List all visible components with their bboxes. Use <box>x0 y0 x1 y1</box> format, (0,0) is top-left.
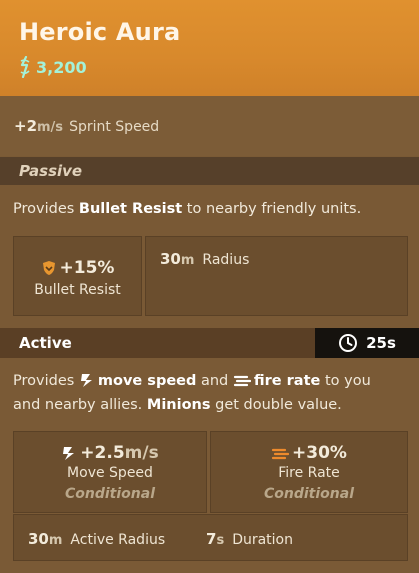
active-section-header: Active 25s <box>0 328 419 358</box>
active-radius-value: 30 <box>28 530 49 548</box>
move-speed-icon <box>63 447 75 460</box>
bullet-resist-label: Bullet Resist <box>34 282 121 298</box>
sprint-speed-stat: +2m/s Sprint Speed <box>14 117 159 135</box>
duration-label: Duration <box>232 532 293 548</box>
active-description: Provides move speed and fire rate to you… <box>13 369 409 417</box>
active-desc-move-speed: move speed <box>97 373 197 389</box>
cooldown-clock-icon <box>339 334 358 352</box>
fire-rate-label: Fire Rate <box>278 465 340 481</box>
radius-stat-box: 30m Radius <box>145 236 408 316</box>
item-price: 3,200 <box>36 57 87 77</box>
move-speed-label: Move Speed <box>67 465 153 481</box>
sprint-speed-unit: m/s <box>37 120 64 135</box>
bullet-resist-value: +15% <box>59 258 115 278</box>
active-desc-fire-rate: fire rate <box>253 373 321 389</box>
passive-desc-text: to nearby friendly units. <box>182 201 362 217</box>
active-desc-text: to you <box>320 373 371 389</box>
sprint-speed-value: +2 <box>14 117 38 135</box>
radius-label: Radius <box>202 252 250 268</box>
move-speed-icon <box>80 374 92 387</box>
fire-rate-stat-box: +30% Fire Rate Conditional <box>210 431 408 513</box>
passive-desc-highlight: Bullet Resist <box>78 201 183 217</box>
active-label: Active <box>19 334 72 352</box>
radius-unit: m <box>180 253 195 268</box>
souls-currency-icon <box>20 56 30 78</box>
duration-value: 7 <box>206 530 217 548</box>
item-title: Heroic Aura <box>19 18 181 46</box>
fire-rate-value: +30% <box>292 443 347 463</box>
duration-unit: s <box>216 533 225 548</box>
cooldown-badge: 25s <box>315 328 419 358</box>
fire-rate-icon <box>271 448 290 460</box>
active-desc-text: get double value. <box>210 397 342 413</box>
move-speed-conditional: Conditional <box>64 486 155 502</box>
card-header: Heroic Aura 3,200 <box>0 0 419 96</box>
bullet-resist-stat-box: +15% Bullet Resist <box>13 236 142 316</box>
active-radius-duration-box: 30m Active Radius 7s Duration <box>13 514 408 561</box>
move-speed-stat-box: +2.5m/s Move Speed Conditional <box>13 431 207 513</box>
move-speed-unit: m/s <box>124 443 159 463</box>
fire-rate-conditional: Conditional <box>263 486 354 502</box>
price-row: 3,200 <box>18 56 87 78</box>
fire-rate-icon <box>233 375 251 387</box>
active-desc-text: and nearby allies. <box>13 397 147 413</box>
active-desc-text: and <box>196 373 233 389</box>
sprint-speed-label: Sprint Speed <box>69 119 160 135</box>
active-desc-minions: Minions <box>146 397 211 413</box>
active-desc-text: Provides <box>13 373 79 389</box>
passive-description: Provides Bullet Resist to nearby friendl… <box>13 197 361 221</box>
cooldown-value: 25s <box>366 334 396 352</box>
active-radius-unit: m <box>48 533 63 548</box>
bullet-resist-shield-icon <box>42 261 55 275</box>
passive-label: Passive <box>19 162 83 180</box>
item-card: Heroic Aura 3,200 +2m/s Sprint Speed Pass… <box>0 0 419 573</box>
passive-section-header: Passive <box>0 157 419 185</box>
passive-desc-text: Provides <box>13 201 79 217</box>
active-radius-label: Active Radius <box>70 532 166 548</box>
move-speed-value: +2.5 <box>80 443 125 463</box>
radius-value: 30 <box>160 250 181 268</box>
